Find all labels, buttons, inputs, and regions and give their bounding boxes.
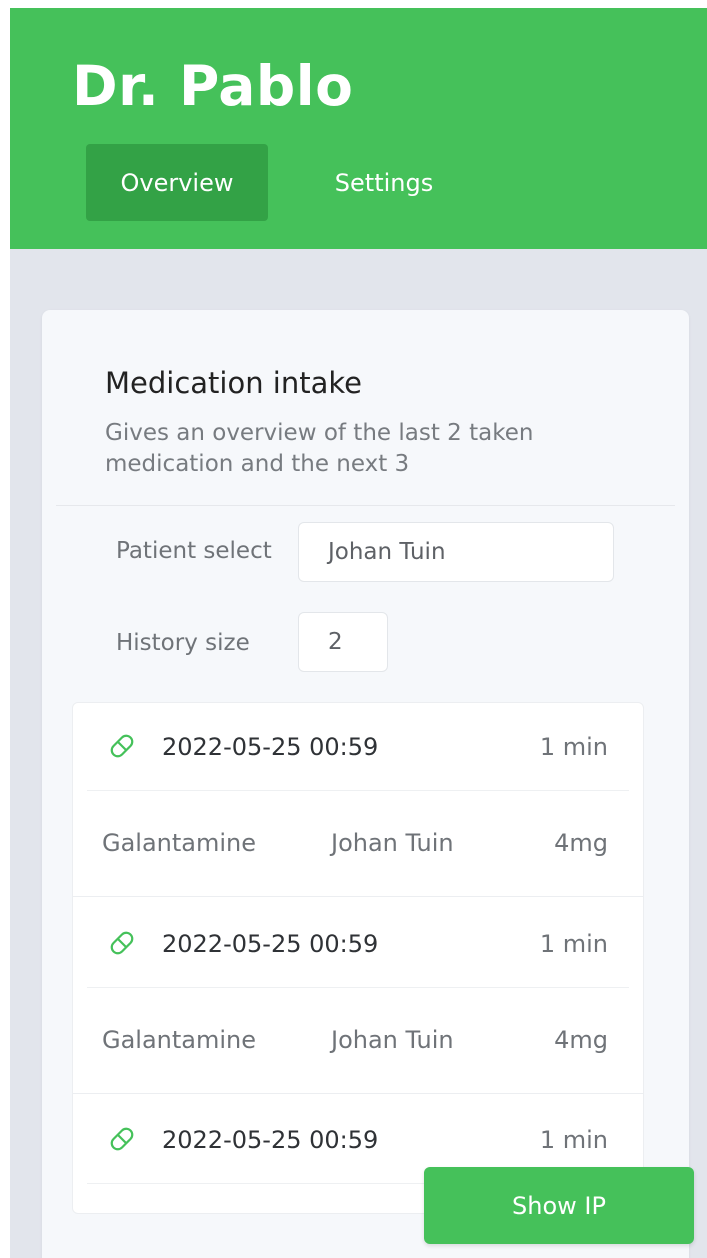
- app-header: Dr. Pablo Overview Settings: [10, 8, 707, 249]
- entry-header: 2022-05-25 00:59 1 min: [73, 703, 643, 791]
- entry-details: Galantamine Johan Tuin 4mg: [73, 988, 643, 1094]
- pill-icon: [108, 1125, 136, 1157]
- entry-patient: Johan Tuin: [331, 1026, 454, 1054]
- entry-time: 2022-05-25 00:59: [162, 1126, 379, 1154]
- history-size-label: History size: [116, 630, 250, 656]
- entry-time: 2022-05-25 00:59: [162, 930, 379, 958]
- medication-intake-card: Medication intake Gives an overview of t…: [42, 310, 689, 1258]
- app-title: Dr. Pablo: [72, 54, 354, 118]
- entry-details: Galantamine Johan Tuin 4mg: [73, 791, 643, 897]
- entry-medication: Galantamine: [102, 1026, 257, 1054]
- entry-bottom-border: [73, 1093, 643, 1094]
- medication-list: 2022-05-25 00:59 1 min Galantamine Johan…: [72, 702, 644, 1214]
- entry-dose: 4mg: [554, 829, 608, 857]
- entry-duration: 1 min: [539, 1126, 608, 1154]
- entry-patient: Johan Tuin: [331, 829, 454, 857]
- card-title: Medication intake: [105, 366, 362, 400]
- tab-settings[interactable]: Settings: [310, 144, 458, 221]
- entry-duration: 1 min: [539, 930, 608, 958]
- patient-select-input[interactable]: Johan Tuin: [298, 522, 614, 582]
- entry-duration: 1 min: [539, 733, 608, 761]
- card-divider: [56, 505, 675, 506]
- entry-medication: Galantamine: [102, 829, 257, 857]
- history-size-input[interactable]: 2: [298, 612, 388, 672]
- entry-dose: 4mg: [554, 1026, 608, 1054]
- entry-bottom-border: [73, 896, 643, 897]
- pill-icon: [108, 732, 136, 764]
- pill-icon: [108, 929, 136, 961]
- entry-time: 2022-05-25 00:59: [162, 733, 379, 761]
- card-subtitle: Gives an overview of the last 2 taken me…: [105, 420, 534, 477]
- entry-header: 2022-05-25 00:59 1 min: [73, 900, 643, 988]
- tab-overview[interactable]: Overview: [86, 144, 268, 221]
- show-ip-button[interactable]: Show IP: [424, 1167, 694, 1244]
- app-screen: Dr. Pablo Overview Settings Medication i…: [10, 8, 707, 1258]
- patient-select-label: Patient select: [116, 538, 272, 564]
